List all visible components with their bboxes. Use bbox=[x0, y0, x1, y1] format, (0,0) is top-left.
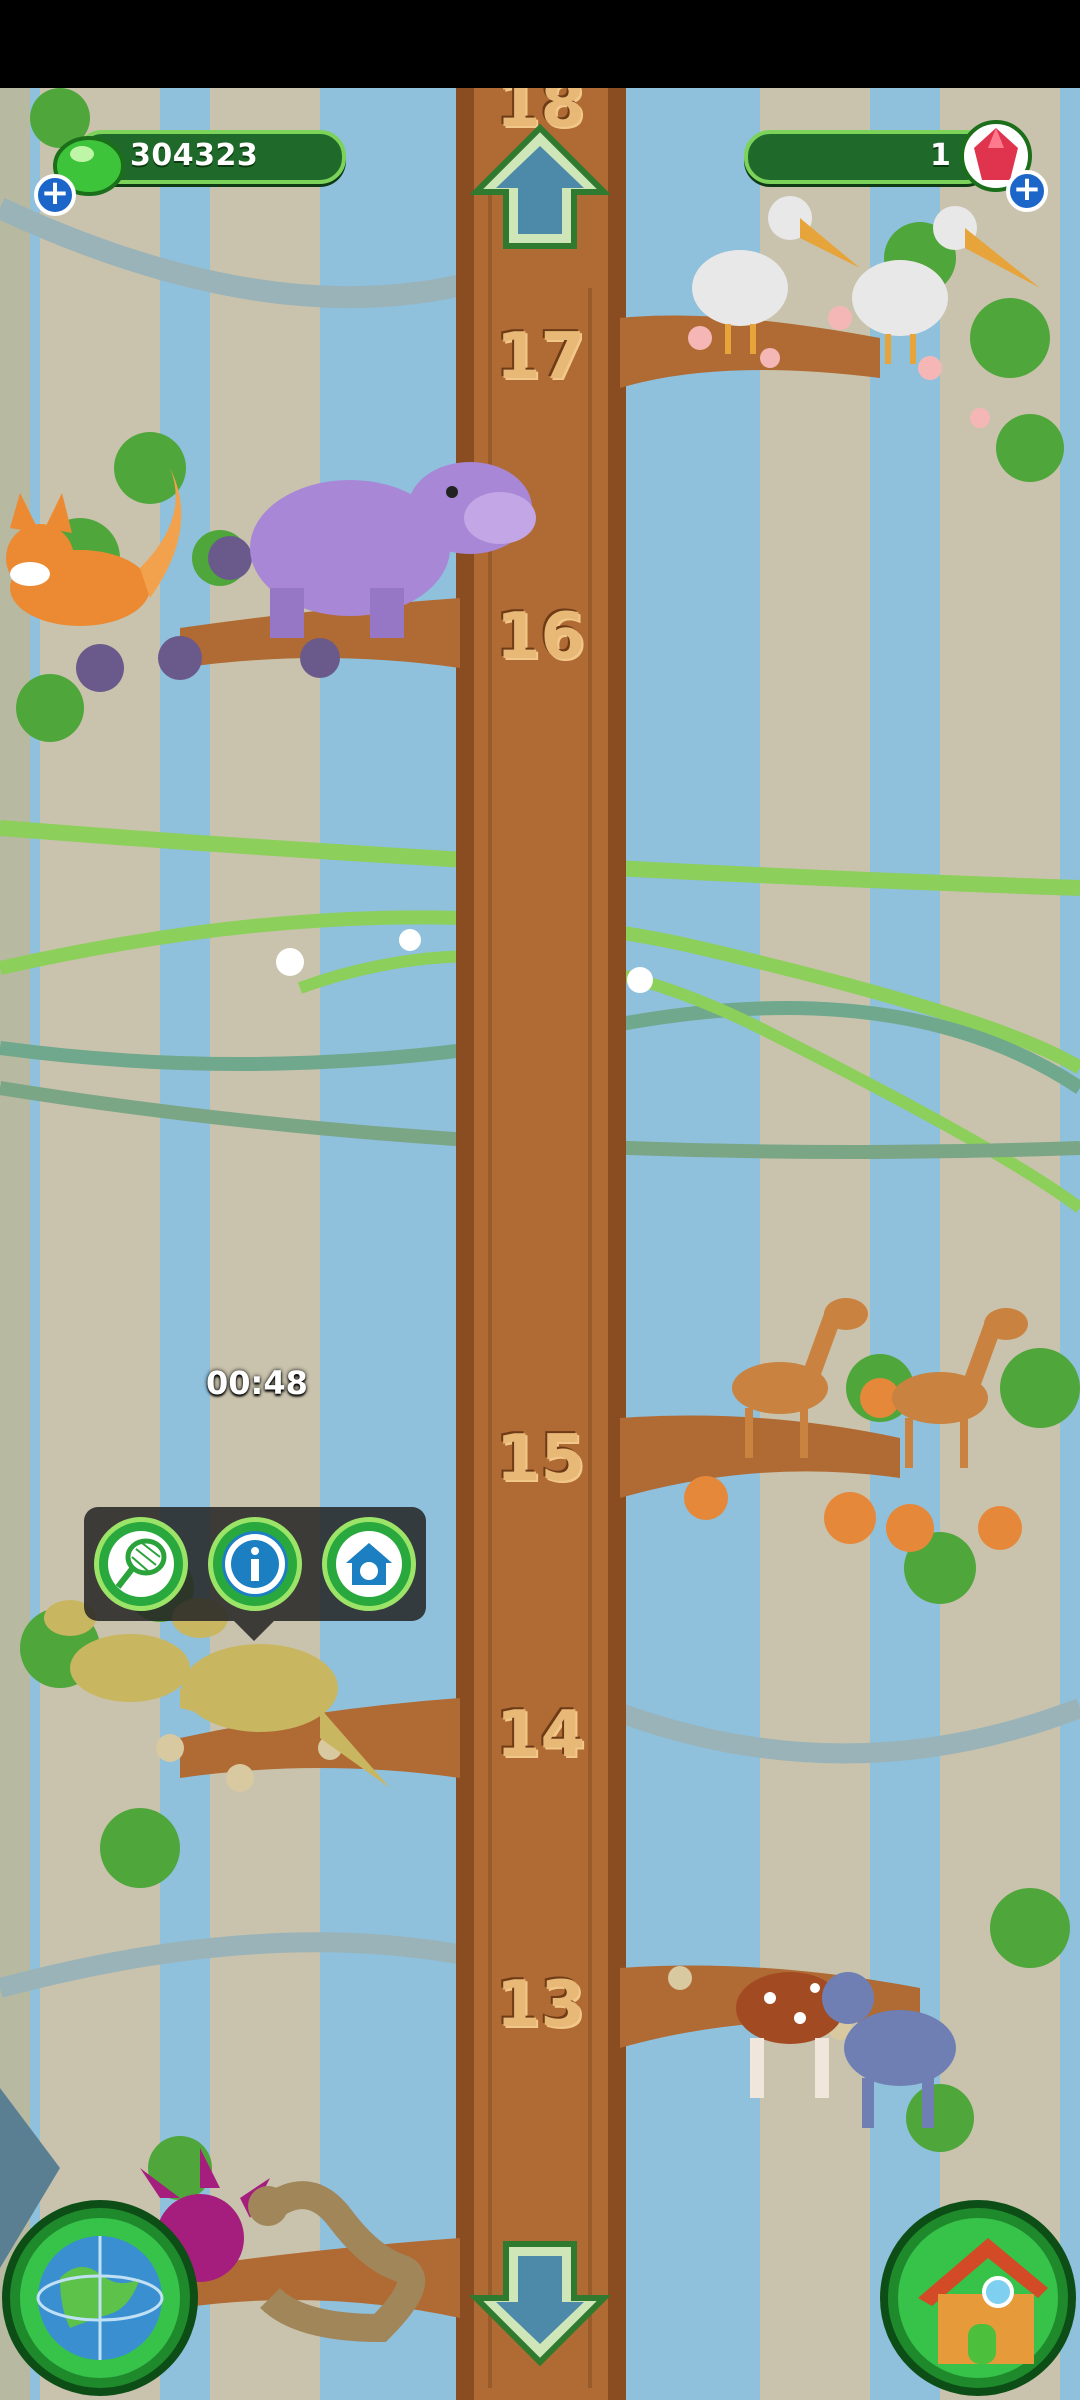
pelican[interactable] bbox=[852, 206, 1040, 364]
goat[interactable] bbox=[822, 1972, 956, 2128]
fox[interactable] bbox=[6, 468, 182, 626]
popup-timer: 00:48 bbox=[206, 1364, 308, 1402]
game-scene[interactable]: 18 17 16 15 14 13 304323 + 1 + 00:48 bbox=[0, 88, 1080, 2400]
world-map-button[interactable] bbox=[2, 2200, 198, 2396]
globe-icon bbox=[36, 2236, 164, 2360]
add-currency-left-button[interactable]: + bbox=[34, 174, 76, 216]
deer[interactable] bbox=[732, 1298, 868, 1458]
home-button[interactable] bbox=[322, 1517, 416, 1611]
net-button[interactable] bbox=[94, 1517, 188, 1611]
currency-left-value: 304323 bbox=[130, 138, 259, 173]
level-number: 16 bbox=[496, 600, 586, 674]
info-icon bbox=[225, 1534, 285, 1594]
info-button[interactable] bbox=[208, 1517, 302, 1611]
kangaroo[interactable] bbox=[172, 1598, 390, 1788]
deer[interactable] bbox=[892, 1308, 1028, 1468]
house-icon bbox=[918, 2238, 1048, 2364]
level-number: 15 bbox=[496, 1422, 586, 1496]
home-icon bbox=[346, 1543, 392, 1585]
animal-action-popup bbox=[84, 1507, 426, 1641]
house-button[interactable] bbox=[880, 2200, 1076, 2396]
snake[interactable] bbox=[248, 2181, 426, 2343]
net-icon bbox=[115, 1538, 167, 1589]
currency-right-value: 1 bbox=[930, 138, 952, 173]
level-number: 14 bbox=[496, 1698, 586, 1772]
level-number: 13 bbox=[496, 1968, 586, 2042]
scroll-up-arrow-icon[interactable] bbox=[470, 122, 610, 252]
hippo[interactable] bbox=[250, 462, 536, 638]
level-number: 17 bbox=[496, 320, 586, 394]
pelican[interactable] bbox=[692, 196, 860, 354]
scroll-down-arrow-icon[interactable] bbox=[470, 2238, 610, 2368]
add-currency-right-button[interactable]: + bbox=[1006, 170, 1048, 212]
